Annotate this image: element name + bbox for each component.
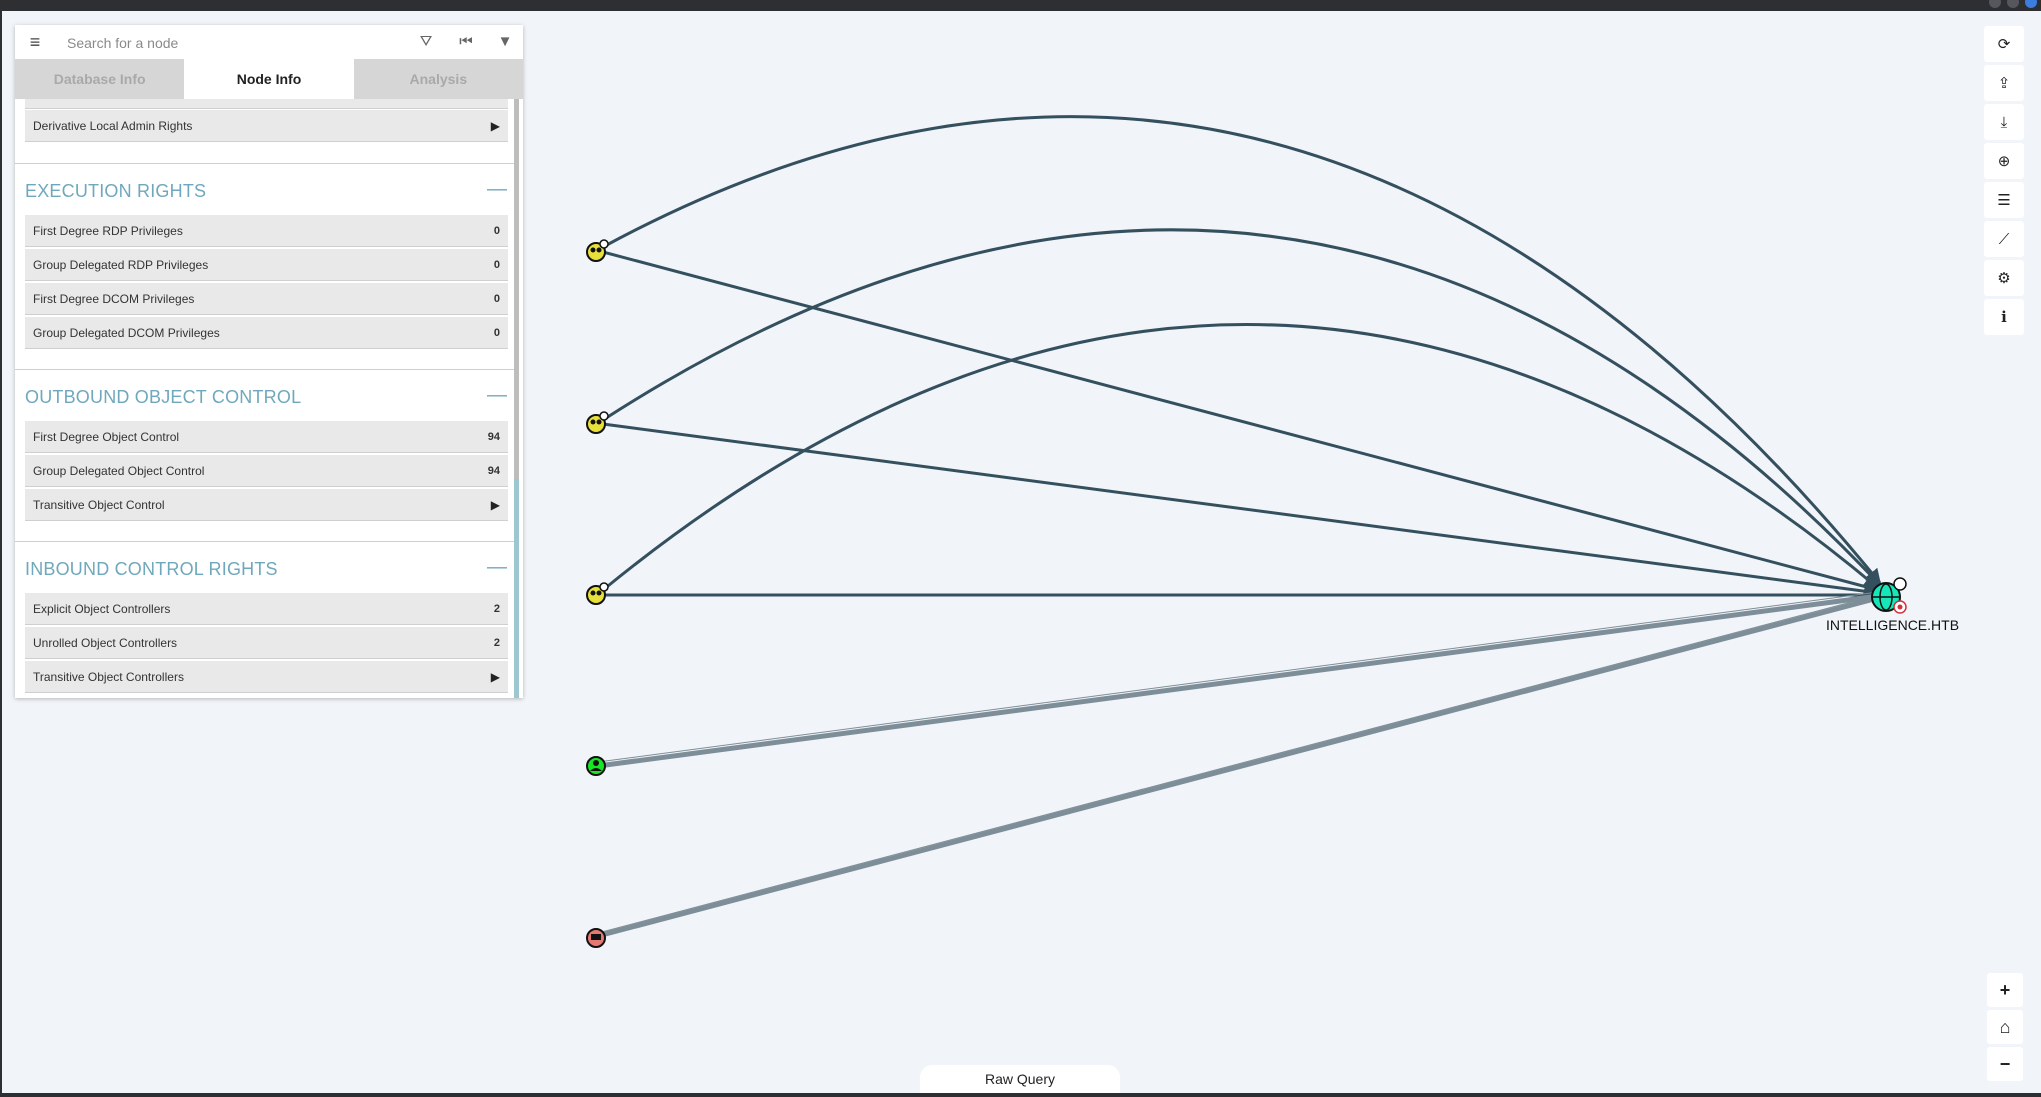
section-divider xyxy=(15,369,518,370)
list-item xyxy=(25,99,508,109)
group-node[interactable] xyxy=(586,411,609,434)
list-item[interactable]: First Degree Object Control 94 xyxy=(25,421,508,453)
row-value: 0 xyxy=(493,224,500,237)
computer-node[interactable] xyxy=(586,928,606,948)
row-label: First Degree RDP Privileges xyxy=(33,223,183,238)
list-item[interactable]: Transitive Object Controllers ▶ xyxy=(25,661,508,693)
panel-tabs: Database Info Node Info Analysis xyxy=(15,59,523,99)
home-icon[interactable]: ⌂ xyxy=(1987,1010,2023,1044)
list-item[interactable]: Group Delegated DCOM Privileges 0 xyxy=(25,317,508,349)
domain-node-label: INTELLIGENCE.HTB xyxy=(1826,617,1960,633)
graph-edge[interactable] xyxy=(602,422,1880,599)
node-info-panel: ≡ ⛛ ⏮ ▼ Database Info Node Info Analysis… xyxy=(15,25,523,698)
list-item[interactable]: Derivative Local Admin Rights ▶ xyxy=(25,110,508,142)
row-label: First Degree Object Control xyxy=(33,429,180,444)
section-title-execution-rights: EXECUTION RIGHTS xyxy=(25,181,207,201)
graph-edge[interactable] xyxy=(602,323,1880,592)
row-label: Group Delegated RDP Privileges xyxy=(33,257,209,272)
collapse-button[interactable]: — xyxy=(487,556,507,579)
import-icon[interactable]: ⊕ xyxy=(1984,143,2024,179)
row-value: 0 xyxy=(493,292,500,305)
graph-toolbar: ⟳ ⇪ ⤓ ⊕ ☰ ⟋ ⚙ i xyxy=(1984,26,2024,338)
row-label: Group Delegated Object Control xyxy=(33,463,205,478)
expand-arrow-icon[interactable]: ▶ xyxy=(491,119,500,133)
refresh-icon[interactable]: ⟳ xyxy=(1984,26,2024,62)
graph-edge[interactable] xyxy=(602,115,1882,585)
graph-edge[interactable] xyxy=(597,595,1879,939)
group-node[interactable] xyxy=(586,582,609,605)
download-icon[interactable]: ⤓ xyxy=(1984,104,2024,140)
expand-arrow-icon[interactable]: ▶ xyxy=(491,670,500,684)
graph-edge[interactable] xyxy=(602,250,1880,594)
scrollbar-thumb[interactable] xyxy=(514,99,519,479)
search-input[interactable] xyxy=(65,29,409,57)
upload-icon[interactable]: ⇪ xyxy=(1984,65,2024,101)
row-value: 94 xyxy=(487,430,500,443)
row-label: Transitive Object Control xyxy=(33,497,165,512)
list-item[interactable]: Transitive Object Control ▶ xyxy=(25,489,508,521)
filter-icon[interactable]: ▼ xyxy=(494,31,516,53)
section-title-inbound-control-rights: INBOUND CONTROL RIGHTS xyxy=(25,559,278,579)
chart-icon[interactable]: ⟋ xyxy=(1984,221,2024,257)
scrollbar-accent xyxy=(514,479,519,698)
row-label: Unrolled Object Controllers xyxy=(33,635,178,650)
row-label: First Degree DCOM Privileges xyxy=(33,291,195,306)
tab-database-info[interactable]: Database Info xyxy=(15,59,185,99)
row-label: Transitive Object Controllers xyxy=(33,669,184,684)
collapse-button[interactable]: — xyxy=(487,178,507,201)
expand-arrow-icon[interactable]: ▶ xyxy=(491,498,500,512)
graph-edge[interactable] xyxy=(597,594,1879,934)
section-title-outbound-object-control: OUTBOUND OBJECT CONTROL xyxy=(25,387,302,407)
row-label: Derivative Local Admin Rights xyxy=(33,118,193,133)
row-value: 94 xyxy=(487,464,500,477)
graph-edge[interactable] xyxy=(597,593,1879,769)
list-item[interactable]: Explicit Object Controllers 2 xyxy=(25,593,508,625)
graph-edge[interactable] xyxy=(597,591,1879,763)
row-label: Group Delegated DCOM Privileges xyxy=(33,325,220,340)
query-list-icon[interactable]: ☰ xyxy=(1984,182,2024,218)
hamburger-icon[interactable]: ≡ xyxy=(25,32,45,52)
tab-analysis[interactable]: Analysis xyxy=(353,59,523,99)
row-value: 2 xyxy=(493,602,500,615)
search-bar: ≡ ⛛ ⏮ ▼ xyxy=(15,25,523,59)
list-item[interactable]: Group Delegated RDP Privileges 0 xyxy=(25,249,508,281)
row-value: 0 xyxy=(493,258,500,271)
graph-edge[interactable] xyxy=(602,228,1882,587)
collapse-button[interactable]: — xyxy=(487,384,507,407)
zoom-in-button[interactable]: + xyxy=(1987,973,2023,1007)
section-divider xyxy=(15,541,518,542)
list-item[interactable]: First Degree RDP Privileges 0 xyxy=(25,215,508,247)
list-item[interactable]: First Degree DCOM Privileges 0 xyxy=(25,283,508,315)
row-value: 2 xyxy=(493,636,500,649)
row-value: 0 xyxy=(493,326,500,339)
zoom-controls: + ⌂ − xyxy=(1987,973,2023,1084)
user-node[interactable] xyxy=(586,756,606,776)
section-divider xyxy=(15,163,518,164)
row-label: Explicit Object Controllers xyxy=(33,601,171,616)
info-icon[interactable]: i xyxy=(1984,299,2024,335)
list-item[interactable]: Group Delegated Object Control 94 xyxy=(25,455,508,487)
group-node[interactable] xyxy=(586,239,609,262)
settings-icon[interactable]: ⚙ xyxy=(1984,260,2024,296)
node-info-content: Derivative Local Admin Rights ▶ EXECUTIO… xyxy=(15,99,523,698)
raw-query-button[interactable]: Raw Query xyxy=(920,1065,1120,1093)
tab-node-info[interactable]: Node Info xyxy=(184,59,354,99)
list-item[interactable]: Unrolled Object Controllers 2 xyxy=(25,627,508,659)
road-icon[interactable]: ⛛ xyxy=(415,31,437,53)
zoom-out-button[interactable]: − xyxy=(1987,1047,2023,1081)
step-backward-icon[interactable]: ⏮ xyxy=(455,31,477,53)
